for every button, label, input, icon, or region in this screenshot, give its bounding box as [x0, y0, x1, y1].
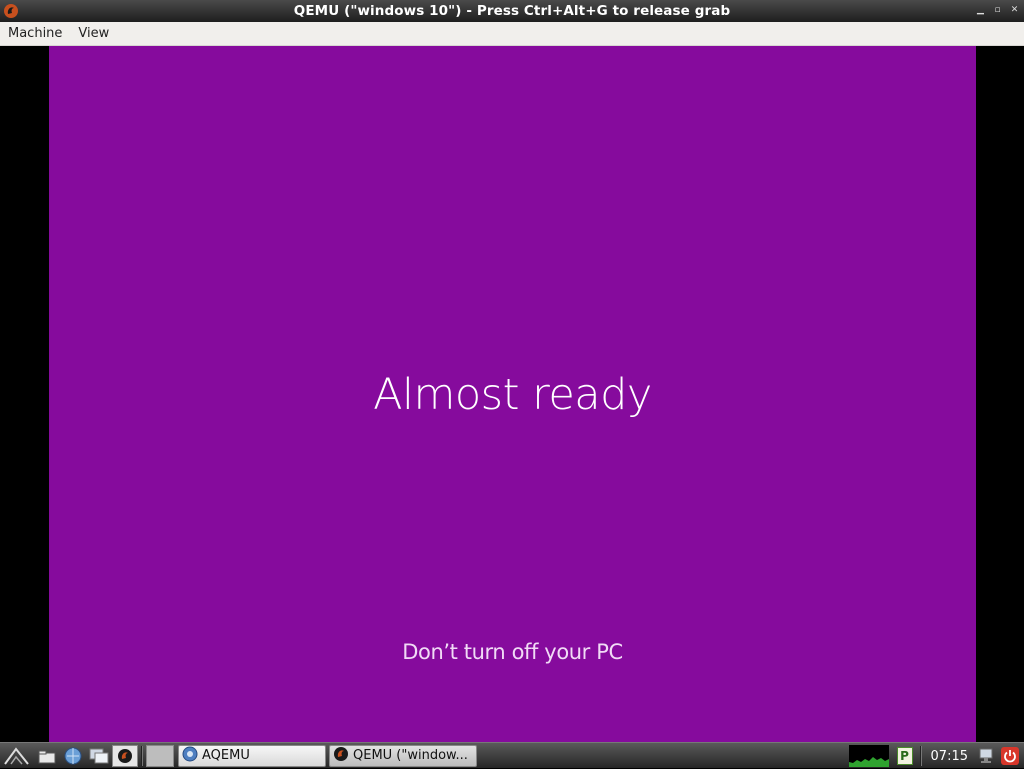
power-icon[interactable] [1000, 746, 1020, 766]
system-tray: P 07:15 [848, 743, 1024, 769]
files-icon[interactable] [34, 745, 60, 767]
tray-separator [919, 746, 922, 766]
clock[interactable]: 07:15 [931, 749, 968, 764]
task-label: AQEMU [202, 748, 250, 763]
menu-view[interactable]: View [70, 26, 117, 41]
task-label: QEMU ("window... [353, 748, 468, 763]
taskbar-separator [141, 745, 143, 766]
setup-status-message: Almost ready [373, 370, 652, 420]
close-button[interactable]: ✕ [1009, 4, 1020, 17]
window-titlebar: QEMU ("windows 10") - Press Ctrl+Alt+G t… [0, 0, 1024, 22]
guest-screen[interactable]: Almost ready Don’t turn off your PC [49, 46, 976, 742]
pager-label: P [896, 747, 913, 765]
setup-warning-message: Don’t turn off your PC [402, 640, 623, 664]
qemu-icon [333, 746, 349, 766]
minimize-button[interactable]: ▁ [975, 4, 986, 17]
browser-icon[interactable] [60, 745, 86, 767]
taskbar-spacer [146, 744, 174, 767]
maximize-button[interactable]: ▫ [992, 4, 1003, 17]
desktop-icon[interactable] [86, 745, 112, 767]
qemu-app-icon[interactable] [3, 3, 19, 19]
task-button-aqemu[interactable]: AQEMU [178, 744, 326, 767]
window-title: QEMU ("windows 10") - Press Ctrl+Alt+G t… [293, 3, 731, 19]
network-icon[interactable] [976, 746, 996, 766]
qemu-launcher-icon[interactable] [112, 744, 138, 767]
pager-icon[interactable]: P [895, 746, 915, 766]
cpu-monitor-graph[interactable] [848, 745, 889, 767]
aqemu-icon [182, 746, 198, 766]
menu-machine[interactable]: Machine [0, 26, 70, 41]
menu-icon[interactable] [0, 745, 34, 767]
taskbar: AQEMU QEMU ("window... P 07:15 [0, 742, 1024, 768]
window-controls: ▁ ▫ ✕ [975, 4, 1020, 17]
menubar: Machine View [0, 22, 1024, 46]
task-button-qemu[interactable]: QEMU ("window... [329, 744, 477, 767]
guest-display[interactable]: Almost ready Don’t turn off your PC [0, 46, 1024, 742]
